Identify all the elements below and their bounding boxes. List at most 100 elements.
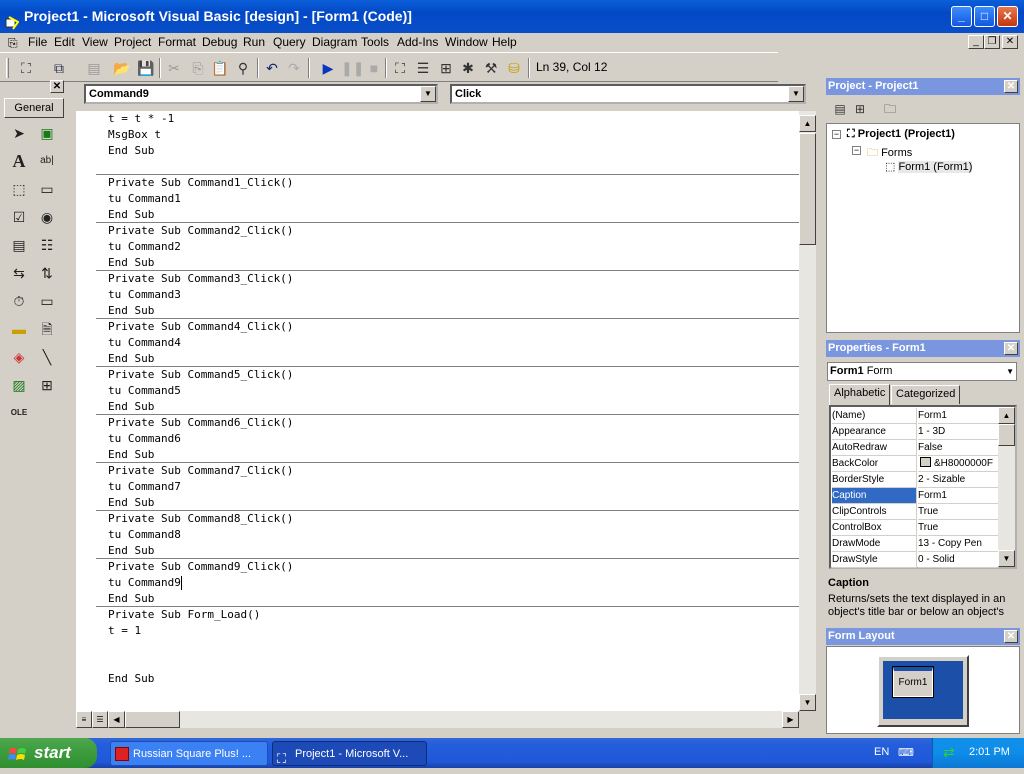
property-value[interactable]: Form1 [918,488,998,504]
code-line[interactable]: Private Sub Form_Load() [108,607,260,623]
project-pane-close-icon[interactable]: ✕ [1004,80,1018,93]
code-line[interactable]: End Sub [108,303,154,319]
code-line[interactable]: End Sub [108,543,154,559]
code-line[interactable]: Private Sub Command7_Click() [108,463,293,479]
code-editor[interactable]: t = t * -1 MsgBox t End Sub Private Sub Com… [96,111,799,711]
menu-project[interactable]: Project [114,35,151,50]
mdi-close-button[interactable]: ✕ [1002,35,1018,49]
start-button[interactable]: start [0,738,97,768]
tree-form1-item[interactable]: ⬚ Form1 (Form1) [885,160,973,173]
code-line[interactable]: End Sub [108,207,154,223]
chevron-down-icon[interactable]: ▼ [788,86,804,102]
property-row[interactable]: Appearance 1 - 3D [830,424,998,440]
code-horizontal-scrollbar[interactable]: ◀ ▶ [108,711,799,728]
code-line[interactable]: tu Command2 [108,239,181,255]
cut-icon[interactable]: ✂ [164,58,184,78]
optionbutton-tool-icon[interactable]: ◉ [36,206,58,228]
frame-tool-icon[interactable]: ⬚ [8,178,30,200]
properties-object-combobox[interactable]: Form1 Form ▼ [827,362,1017,381]
property-row[interactable]: BackColor &H8000000F [830,456,998,472]
break-icon[interactable]: ❚❚ [341,58,364,78]
object-browser-icon[interactable]: ✱ [458,58,478,78]
filelistbox-tool-icon[interactable]: 🗎 [36,318,58,340]
label-tool-icon[interactable]: A [8,150,30,172]
code-line[interactable]: Private Sub Command3_Click() [108,271,293,287]
menu-run[interactable]: Run [243,35,265,50]
hscrollbar-tool-icon[interactable]: ⇆ [8,262,30,284]
procedure-combobox[interactable]: Click ▼ [450,84,806,104]
property-value[interactable]: 0 - Solid [918,552,998,568]
taskbar-task-russian-square[interactable]: Russian Square Plus! ... [110,741,268,766]
toggle-folders-icon[interactable]: 🗀 [880,99,900,119]
code-line[interactable]: End Sub [108,447,154,463]
menu-window[interactable]: Window [445,35,488,50]
code-line[interactable]: Private Sub Command6_Click() [108,415,293,431]
code-line[interactable]: tu Command6 [108,431,181,447]
data-view-icon[interactable]: ⛁ [504,58,524,78]
maximize-button[interactable]: □ [974,6,995,27]
project-pane-title[interactable]: Project - Project1 ✕ [826,78,1020,95]
code-line[interactable]: t = 1 [108,623,141,639]
scroll-right-icon[interactable]: ▶ [782,711,799,728]
code-line[interactable]: End Sub [108,495,154,511]
project-explorer-icon[interactable]: ⛶ [390,58,410,78]
properties-scrollbar[interactable]: ▲ ▼ [998,407,1015,567]
dirlistbox-tool-icon[interactable]: ▬ [8,318,30,340]
code-line[interactable]: End Sub [108,351,154,367]
toolbox-close-icon[interactable]: ✕ [50,80,64,93]
property-value[interactable]: &H8000000F [918,456,998,472]
toolbox-icon[interactable]: ⚒ [481,58,501,78]
code-line[interactable]: End Sub [108,671,154,687]
undo-icon[interactable]: ↶ [262,58,282,78]
tab-alphabetic[interactable]: Alphabetic [829,384,891,405]
menu-debug[interactable]: Debug [202,35,237,50]
window-title-bar[interactable]: Project1 - Microsoft Visual Basic [desig… [0,0,1024,33]
toolbox-general-tab[interactable]: General [4,98,64,118]
menu-editor-icon[interactable]: ▤ [84,58,104,78]
code-line[interactable]: Private Sub Command2_Click() [108,223,293,239]
menu-edit[interactable]: Edit [54,35,75,50]
mdi-restore-button[interactable]: ❐ [984,35,1000,49]
property-value[interactable]: 1 - 3D [918,424,998,440]
scroll-up-icon[interactable]: ▲ [799,115,816,132]
full-module-view-icon[interactable]: ☰ [92,711,108,728]
close-button[interactable]: ✕ [997,6,1018,27]
property-value[interactable]: False [918,440,998,456]
line-tool-icon[interactable]: ╲ [36,346,58,368]
scroll-left-icon[interactable]: ◀ [108,711,125,728]
vertical-scroll-thumb[interactable] [799,133,816,245]
view-code-icon[interactable]: ▤ [830,99,850,119]
find-icon[interactable]: ⚲ [233,58,253,78]
code-line[interactable]: tu Command7 [108,479,181,495]
commandbutton-tool-icon[interactable]: ▭ [36,178,58,200]
code-line[interactable]: End Sub [108,399,154,415]
menu-format[interactable]: Format [158,35,196,50]
picturebox-tool-icon[interactable]: ▣ [36,122,58,144]
menu-view[interactable]: View [82,35,108,50]
code-line[interactable]: Private Sub Command9_Click() [108,559,293,575]
code-line[interactable]: Private Sub Command1_Click() [108,175,293,191]
properties-window-icon[interactable]: ☰ [413,58,433,78]
form-preview[interactable]: Form1 [892,666,934,698]
properties-scroll-thumb[interactable] [998,424,1015,446]
code-line[interactable]: MsgBox t [108,127,161,143]
code-line[interactable]: End Sub [108,255,154,271]
property-row[interactable]: DrawStyle 0 - Solid [830,552,998,568]
redo-icon[interactable]: ↷ [284,58,304,78]
add-form-icon[interactable]: ⧉ [49,58,69,78]
property-row[interactable]: Caption Form1 [830,488,998,504]
collapse-icon[interactable]: − [852,146,861,155]
ole-tool-icon[interactable]: OLE [8,402,30,424]
scroll-up-icon[interactable]: ▲ [998,407,1015,424]
property-value[interactable]: Form1 [918,408,998,424]
shape-tool-icon[interactable]: ◈ [8,346,30,368]
code-margin[interactable] [76,111,96,711]
vscrollbar-tool-icon[interactable]: ⇅ [36,262,58,284]
drivelistbox-tool-icon[interactable]: ▭ [36,290,58,312]
language-indicator[interactable]: EN [874,746,889,758]
scroll-down-icon[interactable]: ▼ [998,550,1015,567]
code-line[interactable]: tu Command4 [108,335,181,351]
menu-diagram[interactable]: Diagram [312,35,357,50]
property-value[interactable]: True [918,520,998,536]
start-icon[interactable]: ▶ [318,58,338,78]
